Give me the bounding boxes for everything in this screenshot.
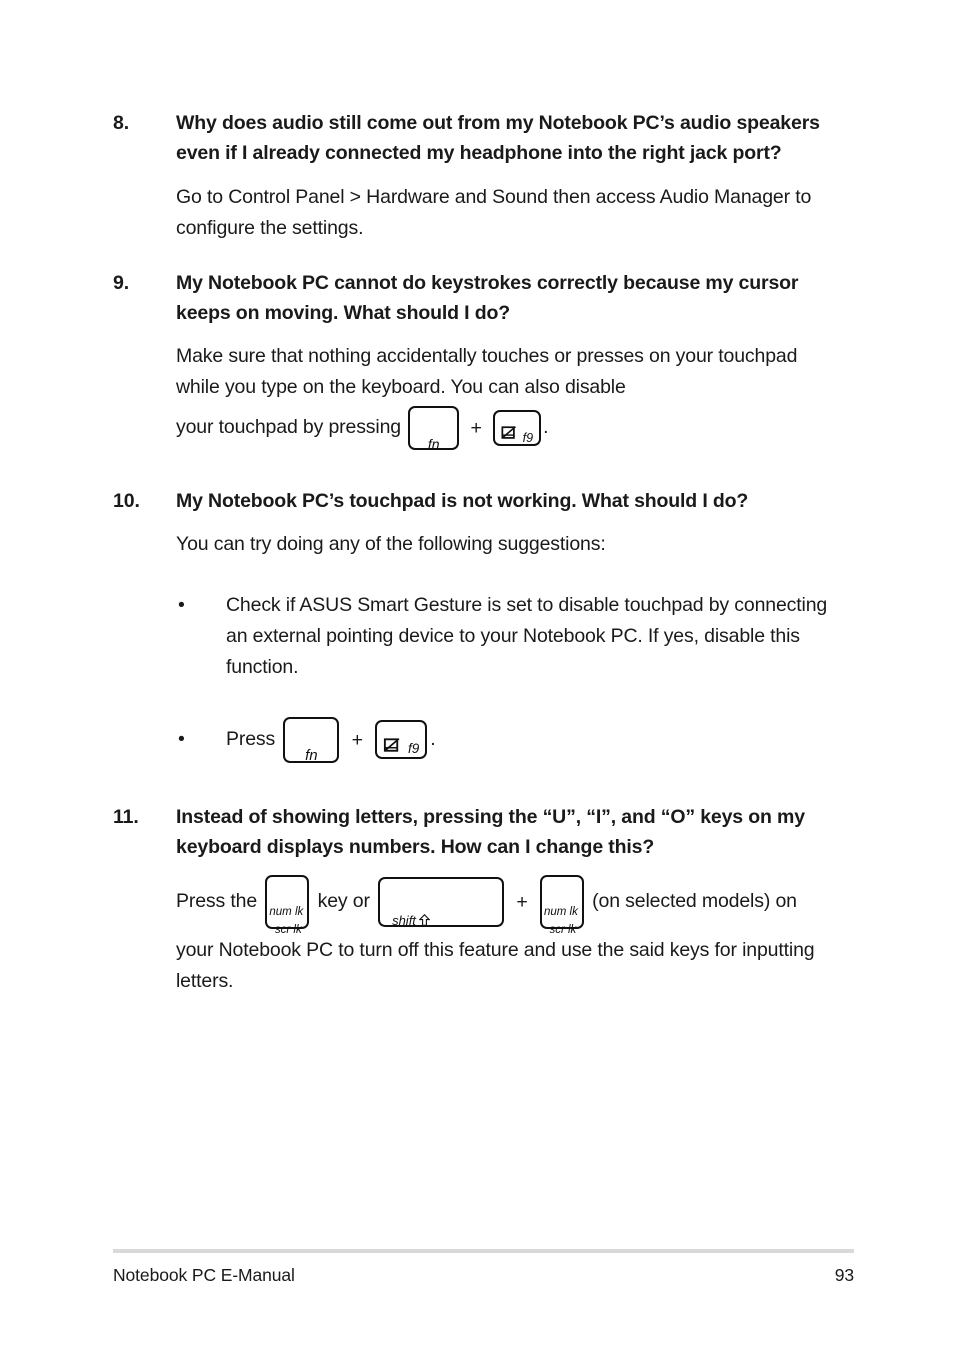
faq-body: My Notebook PC’s touchpad is not working…	[176, 486, 829, 764]
key-f9: f9	[375, 720, 428, 760]
touchpad-disabled-icon	[501, 425, 517, 439]
sentence-period: .	[430, 727, 436, 750]
key-num-lock-label-bottom: scr lk	[549, 923, 577, 936]
page-footer: Notebook PC E-Manual 93	[113, 1263, 854, 1287]
faq-question: My Notebook PC cannot do keystrokes corr…	[176, 272, 799, 324]
key-shift: shift	[378, 876, 505, 928]
key-num-lock-label-bottom: scr lk	[274, 923, 302, 936]
list-item-text: Press fn + f9 .	[226, 715, 829, 764]
footer-page-number: 93	[834, 1265, 854, 1285]
faq-answer: Press the num lk scr lk key or shift + n…	[176, 874, 829, 936]
key-num-lock: num lk scr lk	[265, 874, 310, 936]
faq-body: My Notebook PC cannot do keystrokes corr…	[176, 268, 829, 452]
footer-document-title: Notebook PC E-Manual	[113, 1265, 295, 1285]
faq-number: 8.	[113, 112, 130, 134]
faq-item-9: 9. My Notebook PC cannot do keystrokes c…	[113, 268, 829, 452]
faq-answer-text: Make sure that nothing accidentally touc…	[176, 345, 798, 398]
faq-item-10: 10. My Notebook PC’s touchpad is not wor…	[113, 486, 829, 764]
key-shift-label: shift	[392, 895, 430, 947]
faq-number: 11.	[113, 805, 139, 828]
faq-number: 9.	[113, 272, 130, 294]
faq-number: 10.	[113, 489, 140, 512]
list-item-text: Check if ASUS Smart Gesture is set to di…	[226, 593, 828, 678]
faq-answer-text-continued: your touchpad by pressing	[176, 416, 401, 438]
key-num-lock: num lk scr lk	[539, 874, 584, 936]
shift-up-arrow-icon	[418, 913, 430, 926]
key-or-label: key or	[317, 889, 370, 912]
key-f9-label: f9	[522, 430, 534, 445]
faq-answer: You can try doing any of the following s…	[176, 532, 606, 555]
key-fn-label: fn	[305, 746, 318, 764]
key-plus-separator: +	[470, 416, 482, 439]
document-page: 8. Why does audio still come out from my…	[0, 0, 954, 1345]
faq-body: Instead of showing letters, pressing the…	[176, 802, 829, 997]
sentence-period: .	[543, 416, 549, 438]
key-shift-text: shift	[392, 912, 416, 928]
key-plus-separator: +	[351, 728, 363, 751]
selected-models-note: (on selected models) on	[592, 889, 797, 912]
key-fn: fn	[408, 405, 460, 452]
faq-question: My Notebook PC’s touchpad is not working…	[176, 489, 749, 512]
key-fn: fn	[283, 716, 340, 764]
faq-item-11: 11. Instead of showing letters, pressing…	[113, 802, 829, 997]
footer-divider	[113, 1249, 854, 1253]
faq-item-8: 8. Why does audio still come out from my…	[113, 108, 829, 244]
key-f9-label: f9	[407, 741, 420, 757]
list-item: • Press fn + f9 .	[176, 715, 829, 764]
key-plus-separator: +	[516, 890, 528, 913]
key-f9: f9	[493, 409, 542, 446]
faq-question: Instead of showing letters, pressing the…	[176, 805, 805, 858]
touchpad-disabled-icon	[384, 738, 400, 752]
faq-question: Why does audio still come out from my No…	[176, 112, 820, 164]
faq-body: Why does audio still come out from my No…	[176, 108, 829, 244]
press-label: Press	[226, 727, 276, 750]
list-item: • Check if ASUS Smart Gesture is set to …	[176, 590, 829, 683]
press-the-label: Press the	[176, 889, 258, 912]
bullet-marker: •	[178, 727, 185, 750]
key-fn-label: fn	[427, 435, 440, 452]
faq-answer: Go to Control Panel > Hardware and Sound…	[176, 186, 812, 239]
key-combo-line: your touchpad by pressing fn + f9 .	[176, 403, 829, 452]
faq-answer: Make sure that nothing accidentally touc…	[176, 341, 829, 452]
suggestion-list: • Check if ASUS Smart Gesture is set to …	[176, 590, 829, 764]
page-content: 8. Why does audio still come out from my…	[113, 108, 829, 997]
bullet-marker: •	[178, 593, 185, 616]
